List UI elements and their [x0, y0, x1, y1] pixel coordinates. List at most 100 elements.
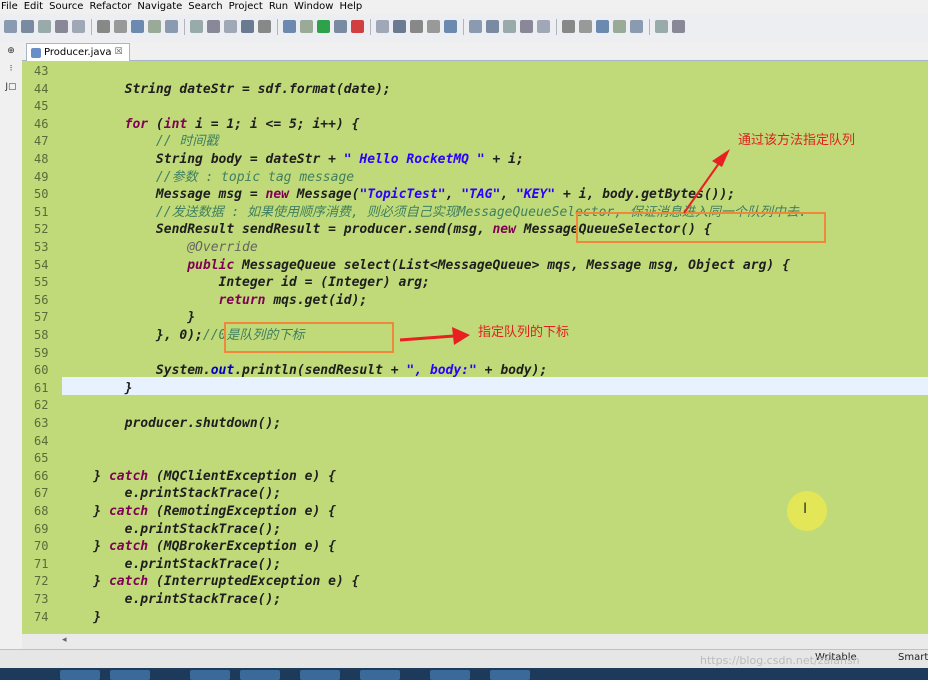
toolbar-button-icon[interactable]: [537, 20, 550, 33]
code-line[interactable]: //参数 : topic tag message: [62, 169, 354, 187]
toolbar-button-icon[interactable]: [207, 20, 220, 33]
code-line[interactable]: for (int i = 1; i <= 5; i++) {: [62, 116, 360, 134]
toolbar-button-icon[interactable]: [21, 20, 34, 33]
toolbar-button-icon[interactable]: [630, 20, 643, 33]
toolbar-button-icon[interactable]: [148, 20, 161, 33]
toolbar-button-icon[interactable]: [410, 20, 423, 33]
code-line[interactable]: String body = dateStr + " Hello RocketMQ…: [62, 151, 524, 169]
code-line[interactable]: String dateStr = sdf.format(date);: [62, 81, 391, 99]
taskbar-app-icon[interactable]: [430, 670, 470, 680]
toolbar-button-icon[interactable]: [613, 20, 626, 33]
toolbar-button-icon[interactable]: [351, 20, 364, 33]
toolbar-button-icon[interactable]: [258, 20, 271, 33]
side-view-icon[interactable]: ⁝: [0, 60, 22, 78]
close-icon[interactable]: ☒: [115, 44, 123, 61]
code-line[interactable]: @Override: [62, 239, 257, 257]
watermark: https://blog.csdn.net/zalansh: [700, 654, 860, 667]
line-number: 74: [34, 609, 49, 624]
line-number: 47: [34, 134, 49, 149]
line-number: 54: [34, 257, 49, 272]
code-line[interactable]: }: [62, 380, 133, 398]
toolbar-button-icon[interactable]: [444, 20, 457, 33]
code-line[interactable]: } catch (MQBrokerException e) {: [62, 538, 336, 556]
menu-item-source[interactable]: Source: [48, 0, 88, 14]
toolbar-button-icon[interactable]: [165, 20, 178, 33]
taskbar-app-icon[interactable]: [110, 670, 150, 680]
toolbar-button-icon[interactable]: [224, 20, 237, 33]
code-line[interactable]: e.printStackTrace();: [62, 556, 282, 574]
menu-item-refactor[interactable]: Refactor: [88, 0, 136, 14]
toolbar-button-icon[interactable]: [503, 20, 516, 33]
code-line[interactable]: producer.shutdown();: [62, 415, 282, 433]
horizontal-scrollbar[interactable]: ◂: [22, 633, 928, 650]
line-number: 68: [34, 504, 49, 518]
toolbar-button-icon[interactable]: [520, 20, 533, 33]
toolbar-button-icon[interactable]: [190, 20, 203, 33]
code-line[interactable]: e.printStackTrace();: [62, 485, 282, 503]
toolbar-button-icon[interactable]: [486, 20, 499, 33]
code-line[interactable]: // 时间戳: [62, 133, 218, 151]
code-line[interactable]: Message msg = new Message("TopicTest", "…: [62, 186, 735, 204]
text-cursor-icon: I: [803, 501, 808, 517]
taskbar-app-icon[interactable]: [60, 670, 100, 680]
code-line[interactable]: } catch (RemotingException e) {: [62, 503, 336, 521]
code-line[interactable]: public MessageQueue select(List<MessageQ…: [62, 257, 790, 275]
code-line[interactable]: e.printStackTrace();: [62, 591, 282, 609]
toolbar-button-icon[interactable]: [317, 20, 330, 33]
menu-item-navigate[interactable]: Navigate: [136, 0, 187, 14]
toolbar-button-icon[interactable]: [393, 20, 406, 33]
code-line[interactable]: return mqs.get(id);: [62, 292, 368, 310]
toolbar-button-icon[interactable]: [241, 20, 254, 33]
toolbar-button-icon[interactable]: [114, 20, 127, 33]
toolbar-button-icon[interactable]: [376, 20, 389, 33]
menu-item-help[interactable]: Help: [338, 0, 367, 14]
toolbar-button-icon[interactable]: [97, 20, 110, 33]
taskbar-app-icon[interactable]: [190, 670, 230, 680]
code-line[interactable]: Integer id = (Integer) arg;: [62, 274, 430, 292]
toolbar-button-icon[interactable]: [655, 20, 668, 33]
toolbar-button-icon[interactable]: [131, 20, 144, 33]
code-line[interactable]: }: [62, 309, 195, 327]
taskbar-app-icon[interactable]: [240, 670, 280, 680]
toolbar-button-icon[interactable]: [4, 20, 17, 33]
code-line[interactable]: } catch (MQClientException e) {: [62, 468, 336, 486]
taskbar-app-icon[interactable]: [360, 670, 400, 680]
line-number: 63: [34, 416, 49, 430]
code-line[interactable]: }: [62, 609, 101, 627]
line-number: 67: [34, 486, 49, 501]
toolbar-button-icon[interactable]: [38, 20, 51, 33]
line-number: 56: [34, 292, 49, 307]
code-line[interactable]: System.out.println(sendResult + ", body:…: [62, 362, 547, 380]
toolbar-button-icon[interactable]: [334, 20, 347, 33]
code-editor[interactable]: 43 44 45 46 47 48 49 50 51 52 53 54 55 56 57 58 59 60 61 62…: [22, 61, 928, 633]
menu-item-search[interactable]: Search: [187, 0, 227, 14]
side-view-icon[interactable]: J▢: [0, 78, 22, 96]
menu-item-file[interactable]: File: [0, 0, 23, 14]
toolbar-button-icon[interactable]: [469, 20, 482, 33]
code-line[interactable]: e.printStackTrace();: [62, 521, 282, 539]
toolbar-button-icon[interactable]: [55, 20, 68, 33]
tab-producer-java[interactable]: Producer.java ☒: [26, 43, 130, 61]
line-number: 55: [34, 275, 49, 290]
toolbar-button-icon[interactable]: [672, 20, 685, 33]
side-view-icon[interactable]: ⊕: [0, 42, 22, 60]
taskbar-app-icon[interactable]: [490, 670, 530, 680]
toolbar-button-icon[interactable]: [596, 20, 609, 33]
scroll-left-icon[interactable]: ◂: [62, 635, 67, 645]
toolbar-button-icon[interactable]: [579, 20, 592, 33]
toolbar-button-icon[interactable]: [562, 20, 575, 33]
taskbar-app-icon[interactable]: [300, 670, 340, 680]
editor-tab-bar: Producer.java ☒: [22, 42, 928, 61]
toolbar-button-icon[interactable]: [72, 20, 85, 33]
toolbar-separator: [556, 19, 557, 35]
toolbar-button-icon[interactable]: [427, 20, 440, 33]
menu-item-edit[interactable]: Edit: [23, 0, 48, 14]
menu-item-run[interactable]: Run: [268, 0, 293, 14]
menu-item-project[interactable]: Project: [228, 0, 268, 14]
menu-item-window[interactable]: Window: [293, 0, 338, 14]
line-number: 58: [34, 328, 49, 342]
toolbar-button-icon[interactable]: [283, 20, 296, 33]
toolbar-button-icon[interactable]: [300, 20, 313, 33]
line-number: 61: [34, 380, 49, 395]
code-line[interactable]: } catch (InterruptedException e) {: [62, 573, 359, 591]
